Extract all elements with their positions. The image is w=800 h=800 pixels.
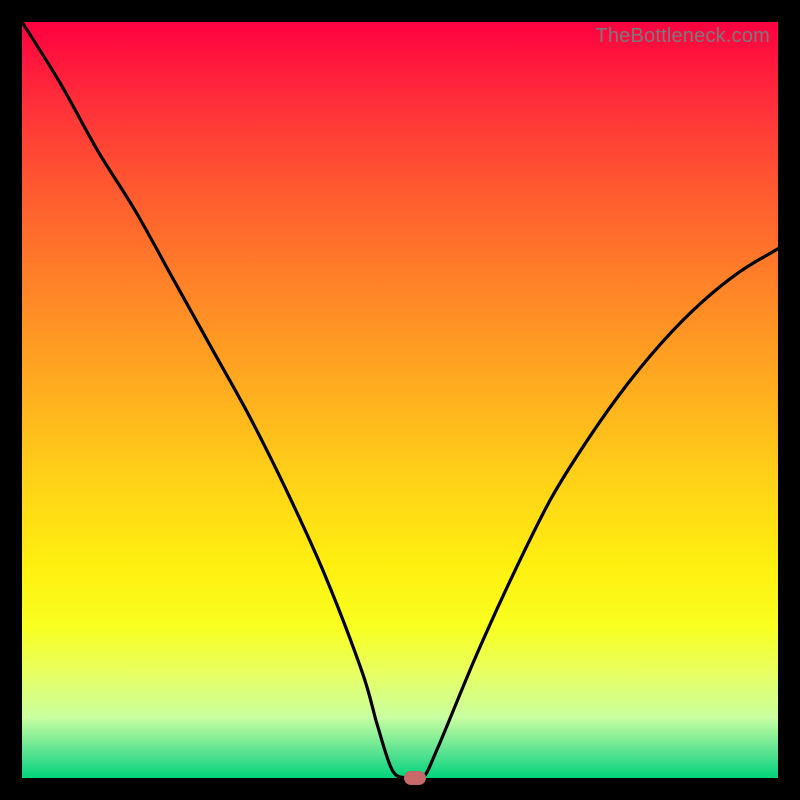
- chart-frame: TheBottleneck.com: [0, 0, 800, 800]
- optimal-marker: [404, 771, 426, 785]
- plot-area: TheBottleneck.com: [22, 22, 778, 778]
- bottleneck-curve: [22, 22, 778, 778]
